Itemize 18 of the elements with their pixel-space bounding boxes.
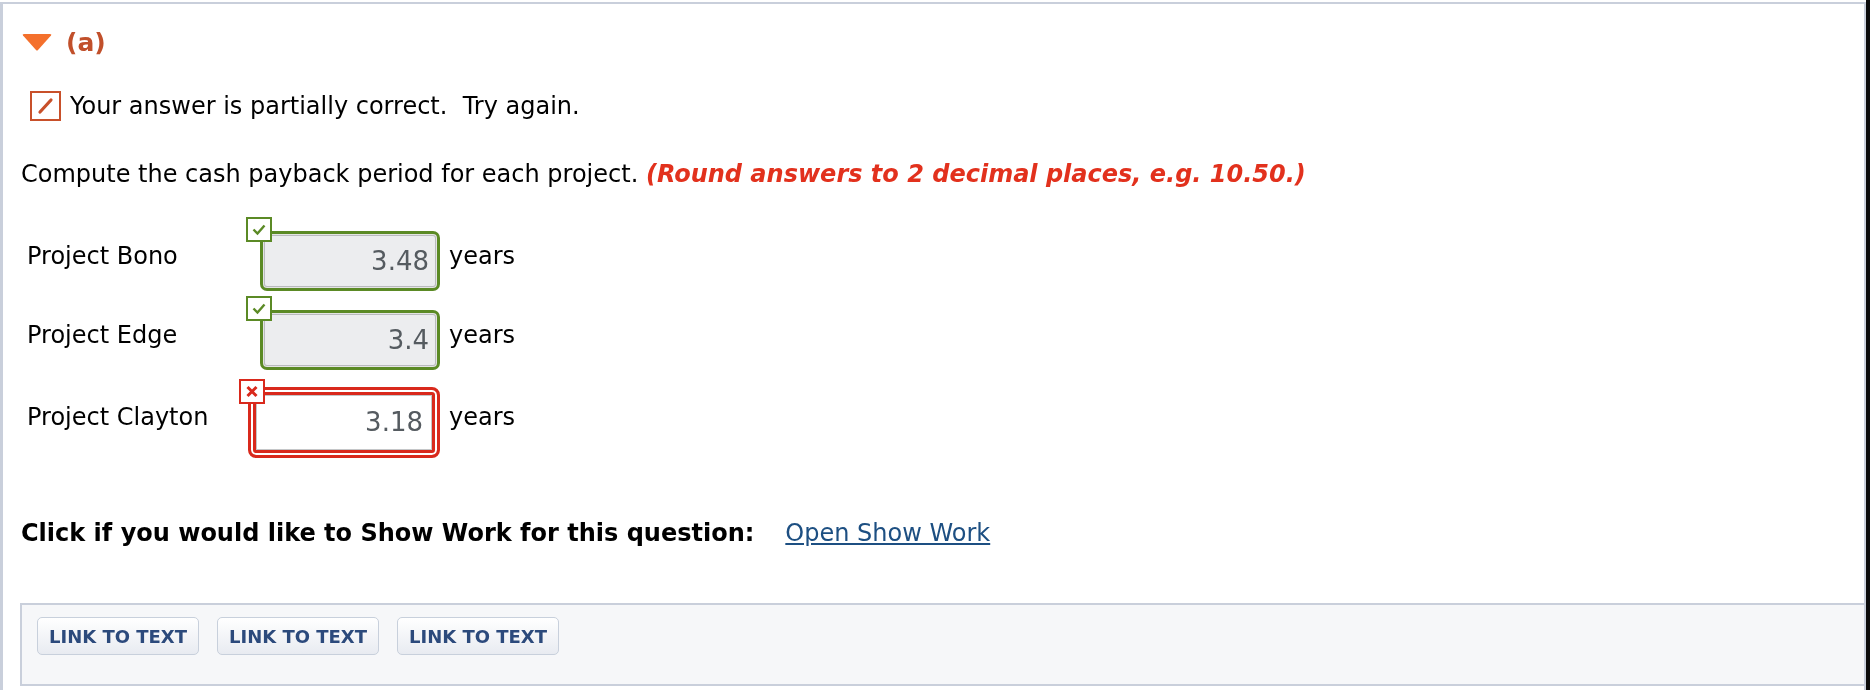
link-to-text-button[interactable]: LINK TO TEXT — [37, 617, 199, 655]
part-label[interactable]: (a) — [66, 27, 106, 57]
show-work-prompt: Click if you would like to Show Work for this question: — [21, 519, 755, 547]
unit-label: years — [449, 241, 516, 270]
instruction-text: Compute the cash payback period for each project. (Round answers to 2 decimal places, e.g. 10.50.) — [21, 160, 1306, 188]
unit-label: years — [449, 320, 516, 349]
project-label: Project Bono — [27, 241, 179, 270]
expand-triangle-icon[interactable] — [22, 33, 52, 51]
answer-field[interactable]: 3.48 — [260, 230, 440, 291]
open-show-work-link[interactable]: Open Show Work — [785, 519, 991, 547]
answer-field[interactable]: 3.4 — [260, 309, 440, 370]
project-label: Project Edge — [27, 320, 179, 349]
unit-label: years — [449, 403, 516, 431]
feedback-message: Your answer is partially correct. Try again. — [70, 92, 580, 120]
link-to-text-button[interactable]: LINK TO TEXT — [397, 617, 559, 655]
project-label: Project Clayton — [27, 403, 210, 431]
link-to-text-button[interactable]: LINK TO TEXT — [217, 617, 379, 655]
answer-field[interactable]: 3.18 — [248, 386, 440, 458]
